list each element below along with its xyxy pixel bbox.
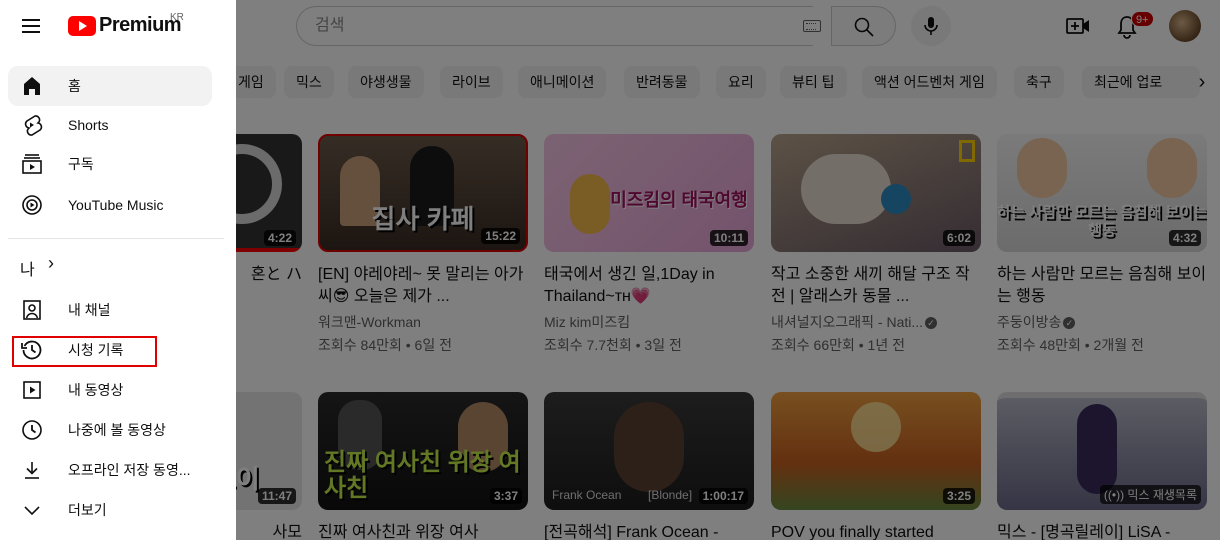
history-highlight-box <box>12 336 157 367</box>
shorts-icon <box>24 115 43 136</box>
your-videos-icon <box>23 381 41 399</box>
sidebar-item-label: 구독 <box>68 156 94 172</box>
youtube-music-icon <box>22 195 42 215</box>
guide-drawer: Premium KR 홈 Shorts 구독 YouTube Music 나 ›… <box>0 0 236 540</box>
chevron-right-icon: › <box>48 253 54 273</box>
sidebar-item-shorts[interactable]: Shorts <box>8 105 212 145</box>
menu-icon[interactable] <box>20 14 44 38</box>
sidebar-item-show-more[interactable]: 더보기 <box>8 490 212 530</box>
logo-text: Premium <box>99 14 182 36</box>
sidebar-item-youtube-music[interactable]: YouTube Music <box>8 185 212 225</box>
sidebar-item-downloads[interactable]: 오프라인 저장 동영... <box>8 450 212 490</box>
you-section-header[interactable]: 나 › <box>20 253 54 286</box>
sidebar-item-watch-later[interactable]: 나중에 볼 동영상 <box>8 410 212 450</box>
chevron-down-icon <box>24 506 40 516</box>
watch-later-icon <box>22 420 42 440</box>
sidebar-item-label: 홈 <box>68 78 81 94</box>
sidebar-item-label: 더보기 <box>68 502 107 518</box>
subscriptions-icon <box>22 154 42 174</box>
sidebar-item-label: Shorts <box>68 117 109 133</box>
sidebar-item-label: 나중에 볼 동영상 <box>68 422 166 438</box>
download-icon <box>25 462 39 479</box>
youtube-play-icon <box>68 16 96 36</box>
sidebar-item-your-channel[interactable]: 내 채널 <box>8 290 212 330</box>
sidebar-item-label: 내 채널 <box>68 302 111 318</box>
divider <box>8 238 224 239</box>
home-icon <box>24 77 40 95</box>
sidebar-item-your-videos[interactable]: 내 동영상 <box>8 370 212 410</box>
sidebar-item-label: 내 동영상 <box>68 382 124 398</box>
channel-icon <box>23 300 41 320</box>
sidebar-item-home[interactable]: 홈 <box>8 66 212 106</box>
sidebar-item-subscriptions[interactable]: 구독 <box>8 144 212 184</box>
sidebar-item-label: 오프라인 저장 동영... <box>68 462 191 478</box>
sidebar-item-label: YouTube Music <box>68 197 164 213</box>
logo-region: KR <box>170 12 184 23</box>
you-label: 나 <box>20 262 35 279</box>
